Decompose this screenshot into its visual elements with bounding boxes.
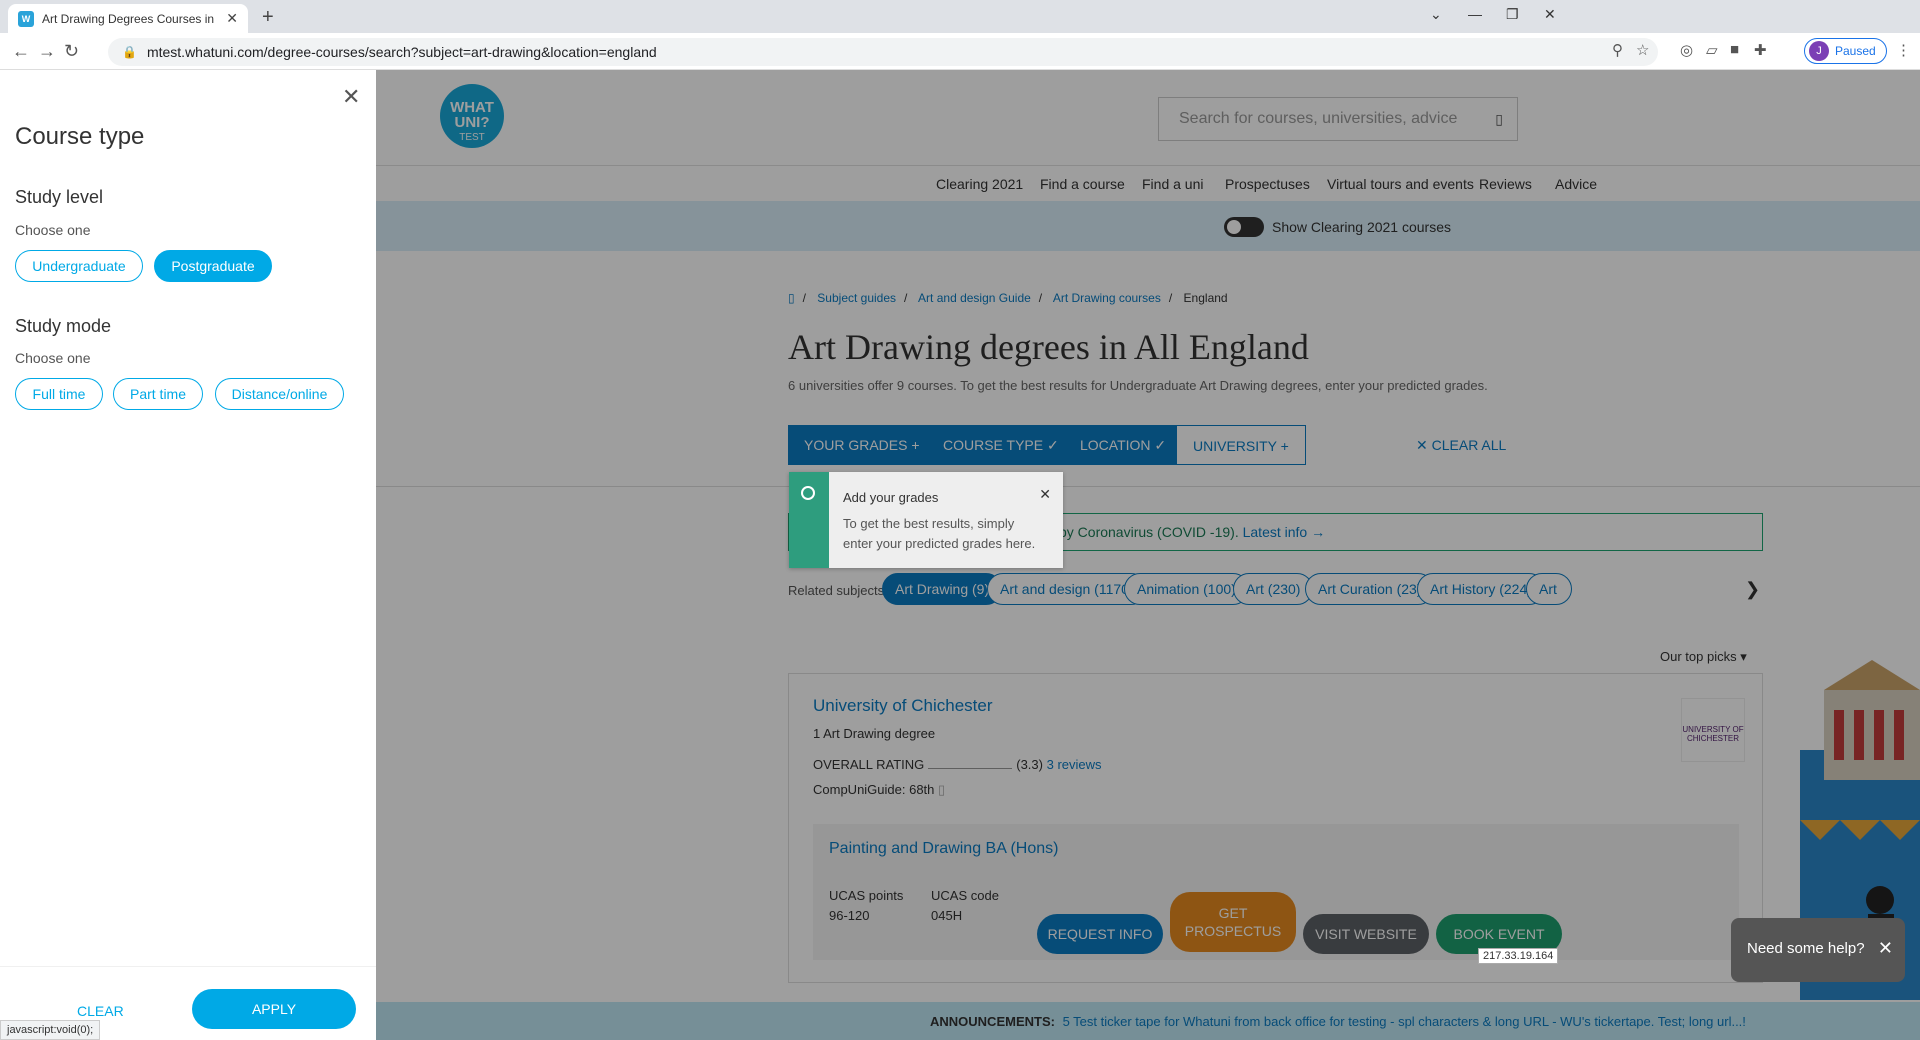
close-panel-icon[interactable]: ✕	[342, 84, 360, 110]
avatar: J	[1809, 41, 1829, 61]
postgraduate-option[interactable]: Postgraduate	[154, 250, 272, 282]
back-icon[interactable]: ←	[12, 41, 30, 62]
undergraduate-option[interactable]: Undergraduate	[15, 250, 143, 282]
tooltip-text: To get the best results, simply enter yo…	[843, 516, 1036, 551]
apply-button[interactable]: APPLY	[192, 989, 356, 1029]
overlay-backdrop[interactable]	[376, 70, 1920, 1040]
tab-close-icon[interactable]: ✕	[226, 10, 238, 27]
restore-icon[interactable]: ❐	[1506, 6, 1519, 23]
close-icon[interactable]: ✕	[1039, 486, 1051, 503]
study-mode-heading: Study mode	[15, 316, 112, 336]
distance-online-option[interactable]: Distance/online	[215, 378, 344, 410]
bookmark-star-icon[interactable]: ☆	[1636, 41, 1649, 59]
extension-check-icon[interactable]: ■	[1730, 41, 1739, 58]
forward-icon[interactable]: →	[38, 41, 56, 62]
help-chip[interactable]: Need some help? ✕	[1731, 918, 1905, 982]
grades-tooltip: Add your grades To get the best results,…	[789, 472, 1063, 568]
address-bar-row: ← → ↻ 🔒 mtest.whatuni.com/degree-courses…	[0, 33, 1920, 70]
study-mode-hint: Choose one	[15, 350, 91, 366]
browser-menu-icon[interactable]: ⋮	[1896, 41, 1911, 59]
full-time-option[interactable]: Full time	[15, 378, 103, 410]
minimize-icon[interactable]: —	[1468, 6, 1482, 22]
reload-icon[interactable]: ↻	[64, 41, 79, 62]
clear-button[interactable]: CLEAR	[77, 1003, 124, 1019]
course-type-panel: ✕ Course type Study level Choose one Und…	[0, 70, 376, 1040]
part-time-option[interactable]: Part time	[113, 378, 203, 410]
extension-book-icon[interactable]: ▱	[1706, 41, 1718, 59]
tab-search-icon[interactable]: ⌄	[1430, 6, 1442, 23]
close-window-icon[interactable]: ✕	[1544, 6, 1556, 23]
browser-status-bar: javascript:void(0);	[0, 1020, 101, 1040]
help-text: Need some help?	[1747, 940, 1865, 957]
lock-icon: 🔒	[122, 45, 137, 59]
extension-chrome-icon[interactable]: ◎	[1680, 41, 1693, 59]
tooltip-title: Add your grades	[843, 490, 939, 505]
study-level-heading: Study level	[15, 187, 104, 207]
close-icon[interactable]: ✕	[1878, 938, 1893, 959]
tab-title: Art Drawing Degrees Courses in	[42, 11, 215, 26]
tooltip-accent	[789, 472, 829, 568]
url-field[interactable]: 🔒 mtest.whatuni.com/degree-courses/searc…	[108, 38, 1658, 66]
extensions-puzzle-icon[interactable]: ✚	[1754, 41, 1767, 59]
location-icon[interactable]: ⚲	[1612, 41, 1623, 59]
study-level-hint: Choose one	[15, 222, 91, 238]
whatuni-favicon-icon: W	[18, 10, 34, 27]
panel-heading: Course type	[15, 123, 145, 150]
radio-icon	[799, 484, 817, 502]
url-text: mtest.whatuni.com/degree-courses/search?…	[146, 44, 657, 60]
profile-status: Paused	[1835, 44, 1876, 58]
profile-button[interactable]: J Paused	[1804, 38, 1887, 64]
browser-tabbar: W Art Drawing Degrees Courses in ✕ + ⌄ —…	[0, 0, 1920, 33]
page-content: WHAT UNI? TEST Search for courses, unive…	[376, 70, 1920, 1040]
ip-address: 217.33.19.164	[1478, 948, 1559, 964]
new-tab-icon[interactable]: +	[262, 6, 274, 29]
browser-tab[interactable]: W Art Drawing Degrees Courses in ✕	[8, 4, 248, 33]
